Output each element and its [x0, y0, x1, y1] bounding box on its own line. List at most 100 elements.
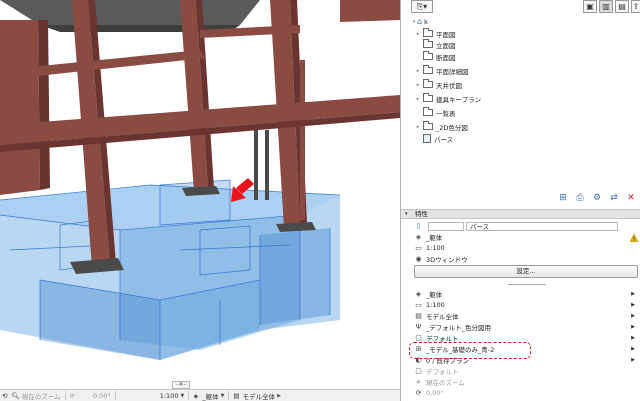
view-id-input[interactable]	[428, 221, 464, 231]
3d-view-icon	[423, 134, 431, 143]
vs-layer-row[interactable]: ◈ _躯体 ▶	[413, 289, 638, 299]
collapse-caret-icon: ▾	[405, 211, 408, 217]
window-value: 3Dウィンドウ	[426, 256, 468, 264]
view-id-icon: ▯	[416, 222, 421, 230]
tree-item-detail-plan[interactable]: ▸ 平面詳細図	[415, 65, 469, 76]
pen-icon: Ψ	[415, 323, 422, 331]
angle-icon: ⟳	[415, 389, 422, 397]
tree-item-section[interactable]: 断面図	[415, 51, 456, 62]
dropdown-arrow-icon: ▼	[180, 392, 185, 399]
angle-control[interactable]: ⟳ 0.00°	[68, 390, 113, 401]
folder-icon	[423, 28, 433, 37]
scale-icon: ▭	[415, 301, 422, 309]
navigator-toolbar: ⎘▾ ▣ ▥ ▤ ⇪	[407, 0, 640, 14]
layout-book-icon[interactable]: ▤	[615, 0, 629, 13]
submenu-arrow-icon: ▶	[631, 302, 635, 308]
angle-value: 0.00°	[92, 391, 111, 400]
document-icon: ▢	[415, 334, 422, 342]
split-handle[interactable]: -✕-	[172, 381, 190, 389]
model-view-icon: ▤	[415, 312, 422, 320]
scale-value: 1:100	[159, 391, 179, 400]
layers-icon: ◈	[415, 290, 422, 298]
settings-button[interactable]: 設定...	[414, 265, 638, 278]
folder-icon	[423, 39, 433, 48]
layer-row: ◈ _躯体	[413, 232, 442, 242]
submenu-arrow-icon: ▶	[631, 324, 635, 330]
scale-icon: ▭	[415, 244, 422, 252]
tree-item-elevation[interactable]: 立面図	[415, 39, 456, 50]
tree-item-schedule[interactable]: 一覧表	[415, 107, 456, 118]
folder-icon	[423, 79, 433, 88]
tree-item-2d-color[interactable]: ▸ _2D色分図	[415, 121, 468, 132]
navigator-actions: ⊞ ⎙ ⚙ ⇄ ✕	[401, 190, 640, 208]
save-view-icon[interactable]: ⎙	[574, 192, 586, 204]
3d-viewport[interactable]	[0, 0, 400, 389]
vs-default-2-row: ▢ デフォルト	[413, 366, 638, 376]
view-id-row: ▯ パース	[413, 221, 618, 231]
expand-caret-icon: ▸	[416, 123, 420, 130]
folder-icon	[423, 93, 433, 102]
scale-row: ▭ 1:100	[413, 243, 445, 253]
folder-icon	[423, 107, 433, 116]
zoom-label: 現在のズーム	[21, 392, 61, 401]
expand-caret-icon: ▸	[416, 30, 420, 37]
scale-value: 1:100	[426, 244, 445, 252]
layers-icon: ◈	[415, 233, 422, 241]
highlight-annotation	[409, 342, 531, 359]
house-icon: ⌂	[417, 17, 423, 26]
window-row: ◉ 3Dウィンドウ	[413, 254, 468, 264]
submenu-arrow-icon: ▶	[631, 291, 635, 297]
submenu-arrow-icon: ▶	[631, 335, 635, 341]
layer-set-dropdown[interactable]: ◈ _躯体 ▼	[191, 390, 226, 401]
folder-icon	[423, 121, 433, 130]
layer-value: _躯体	[426, 234, 443, 242]
clone-view-icon[interactable]: ⇄	[608, 192, 620, 204]
tree-item-ceiling[interactable]: ▸ 天井伏図	[415, 79, 462, 90]
layer-set-value: _躯体	[202, 392, 219, 401]
document-icon: ▢	[415, 367, 422, 375]
delete-icon[interactable]: ✕	[625, 192, 637, 204]
dropdown-arrow-icon: ▶	[277, 392, 281, 399]
tree-item-perspective[interactable]: パース	[415, 133, 453, 144]
folder-icon	[423, 51, 433, 60]
new-folder-icon[interactable]: ⊞	[557, 192, 569, 204]
properties-title: 特性	[415, 210, 428, 218]
expand-caret-icon: ▸	[416, 81, 420, 88]
camera-icon: ◉	[415, 255, 422, 263]
submenu-arrow-icon: ▶	[631, 346, 635, 352]
expand-caret-icon: ▸	[416, 95, 420, 102]
publisher-icon[interactable]: ⇪	[631, 0, 640, 13]
scale-dropdown[interactable]: 1:100 ▼	[158, 390, 187, 401]
folder-icon	[423, 65, 433, 74]
magnifier-icon: 🔍︎	[11, 391, 20, 400]
submenu-arrow-icon: ▶	[631, 313, 635, 319]
model-view-icon: ▤	[233, 391, 240, 400]
status-bar: ⟲ 🔍︎ 現在のズーム ⟳ 0.00° 1:100 ▼ ◈ _躯体 ▼ ▤ モデ…	[0, 389, 400, 401]
vs-model-view-row[interactable]: ▤ モデル全体 ▶	[413, 311, 638, 321]
view-name-input[interactable]: パース	[466, 221, 618, 231]
vs-scale-row[interactable]: ▭ 1:100 ▶	[413, 300, 638, 310]
tree-root[interactable]: ▾ ⌂ k	[411, 16, 428, 27]
tree-item-plan[interactable]: ▸ 平面図	[415, 28, 456, 39]
zoom-control[interactable]: 🔍︎ 現在のズーム	[9, 390, 62, 401]
angle-icon: ⟳	[69, 391, 75, 400]
tree-item-fittings[interactable]: ▸ 建具キープラン	[415, 93, 481, 104]
properties-header[interactable]: ▾ 特性	[401, 209, 640, 219]
dropdown-arrow-icon: ▼	[220, 392, 225, 399]
magnifier-icon: ⌕	[416, 377, 421, 386]
model-view-value: モデル全体	[242, 392, 276, 401]
view-map-icon[interactable]: ▥	[599, 0, 613, 13]
tree-root-label: k	[424, 17, 428, 26]
model-view-dropdown[interactable]: ▤ モデル全体 ▶	[231, 390, 283, 401]
settings-gear-icon[interactable]: ⚙	[591, 192, 603, 204]
building-model-3d	[0, 0, 400, 360]
submenu-arrow-icon: ▶	[631, 357, 635, 363]
warning-icon	[630, 234, 638, 242]
orbit-icon[interactable]: ⟲	[0, 390, 9, 401]
divider	[508, 284, 546, 285]
project-map-icon[interactable]: ▣	[583, 0, 597, 13]
vs-pen-set-row[interactable]: Ψ _デフォルト_色分図用 ▶	[413, 322, 638, 332]
layers-icon: ◈	[193, 391, 199, 400]
vs-zoom-row: ⌕ 現在のズーム	[413, 377, 638, 388]
navigator-menu-button[interactable]: ⎘▾	[411, 0, 433, 13]
